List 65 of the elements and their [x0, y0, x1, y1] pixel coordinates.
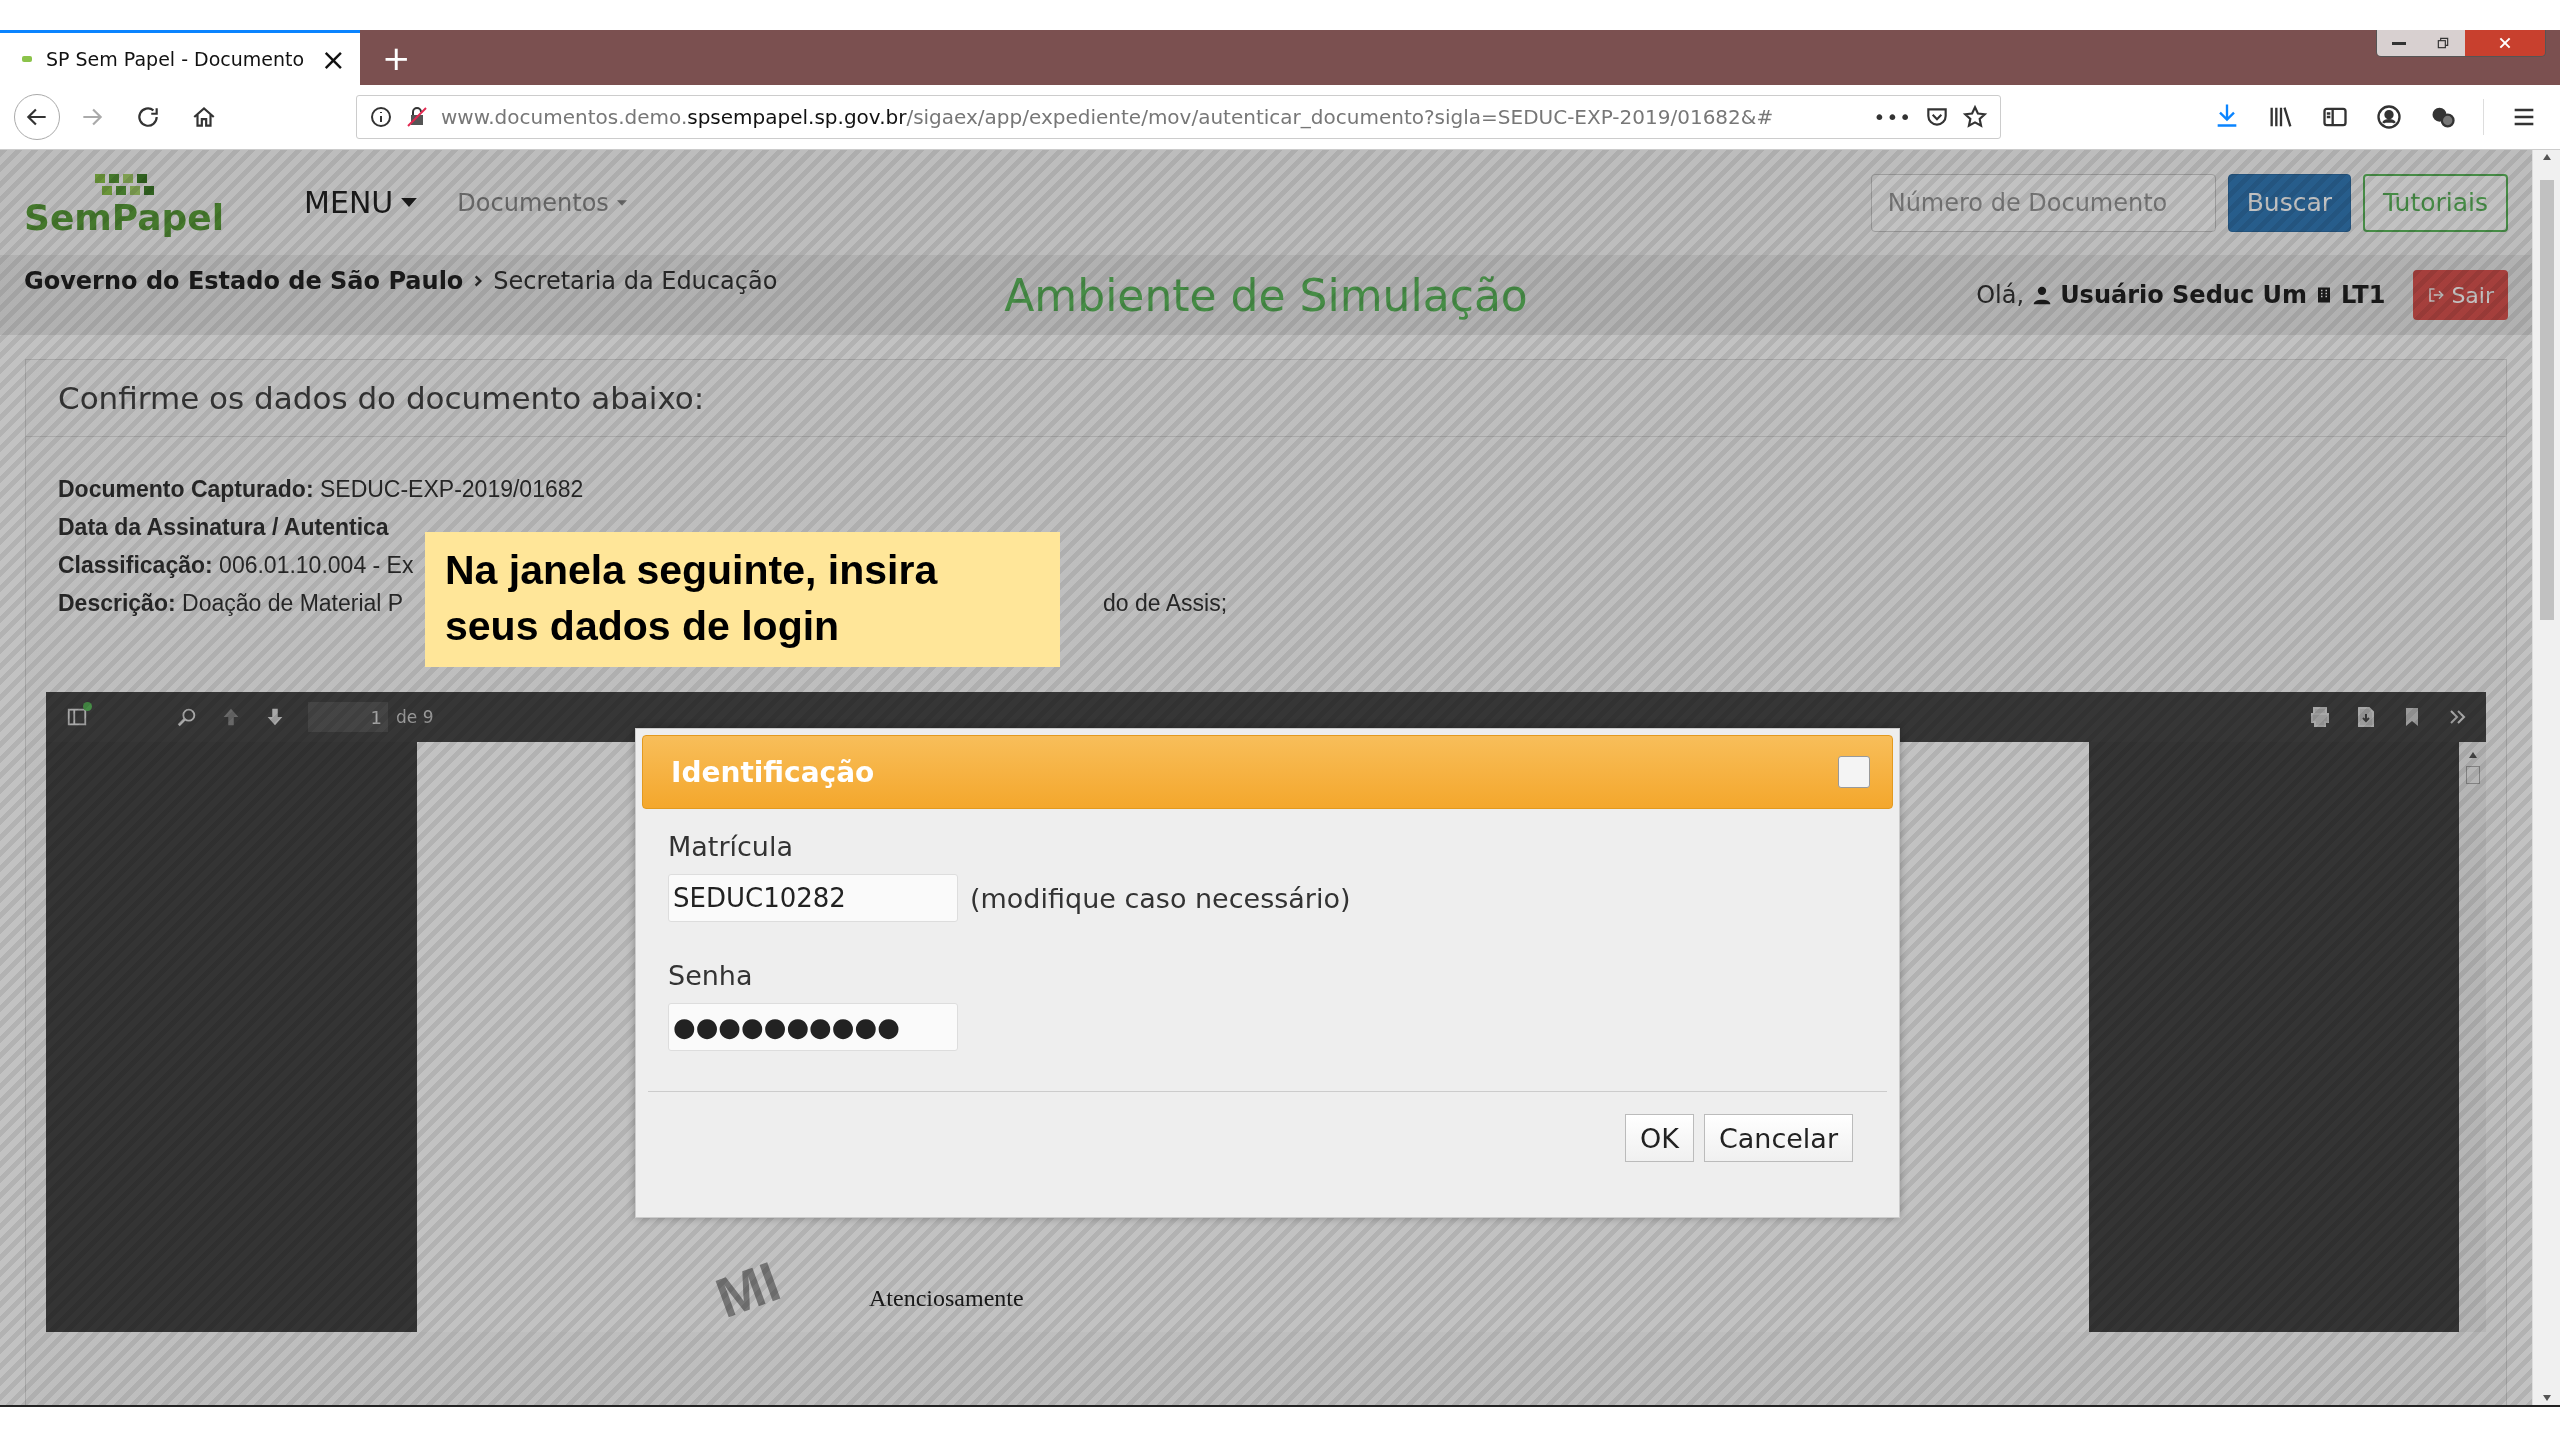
sign-out-icon — [2427, 286, 2446, 304]
scroll-up-icon[interactable] — [2542, 154, 2551, 160]
page-count: de 9 — [396, 707, 434, 727]
environment-title: Ambiente de Simulação — [1004, 269, 1528, 321]
document-number-field[interactable]: Número de Documento — [1870, 173, 2216, 232]
new-tab-button[interactable]: + — [360, 30, 433, 85]
input-field[interactable]: ●●●●●●●●●● — [668, 1003, 958, 1051]
document-field: Documento Capturado: SEDUC-EXP-2019/01682 — [58, 473, 584, 506]
info-icon[interactable] — [369, 105, 393, 129]
scroll-up-icon[interactable] — [2468, 752, 2477, 758]
close-icon — [2497, 35, 2513, 51]
reload-icon — [135, 104, 161, 130]
panel-heading: Confirme os dados do documento abaixo: — [26, 360, 2506, 437]
input-field[interactable]: SEDUC10282 — [668, 874, 958, 922]
page-number-field[interactable]: 1 — [308, 702, 388, 732]
building-icon — [2315, 285, 2333, 305]
minimize-button[interactable] — [2377, 30, 2421, 56]
panel-icon — [66, 706, 88, 728]
close-window-button[interactable] — [2465, 30, 2545, 56]
scroll-thumb[interactable] — [2539, 180, 2554, 620]
field-label: Senha — [668, 960, 754, 991]
page-text: Atenciosamente — [869, 1285, 1024, 1312]
document-field: Descrição: Doação de Material P — [58, 587, 404, 620]
minimize-icon — [2392, 41, 2406, 45]
close-tab-button[interactable]: × — [320, 41, 346, 77]
instruction-callout: Na janela seguinte, insira seus dados de login — [425, 532, 1060, 667]
address-bar[interactable]: www.documentos.demo.spsempapel.sp.gov.br/sigaex/app/expediente/mov/autenticar_documento?sigla=SEDUC-EXP-2019/01682&# ••• — [356, 95, 2001, 139]
document-field: Data da Assinatura / Autentica — [58, 511, 389, 544]
breadcrumb-link[interactable]: Governo do Estado de São Paulo — [24, 267, 464, 295]
insecure-lock-icon[interactable] — [405, 105, 429, 129]
page-actions-button[interactable]: ••• — [1873, 105, 1912, 129]
caret-icon — [401, 198, 418, 207]
account-icon[interactable] — [2375, 103, 2403, 131]
field-label: Matrícula — [668, 831, 795, 862]
document-field: Classificação: 006.01.10.004 - Ex — [58, 549, 414, 582]
cancel-button[interactable]: Cancelar — [1703, 1114, 1853, 1162]
restore-icon — [2436, 36, 2450, 50]
favicon-icon — [22, 56, 32, 62]
close-button[interactable] — [1838, 756, 1870, 788]
notification-dot — [83, 702, 92, 711]
watermark-text: MI — [709, 1253, 787, 1327]
menu-dropdown[interactable]: MENU — [304, 185, 418, 220]
print-icon[interactable] — [2308, 705, 2332, 729]
scroll-thumb[interactable] — [2465, 766, 2480, 784]
ok-button[interactable]: OK — [1624, 1114, 1694, 1162]
page-scrollbar[interactable] — [2532, 150, 2560, 1405]
greeting-text: Olá, — [1976, 281, 2025, 309]
url-text: www.documentos.demo.spsempapel.sp.gov.br/sigaex/app/expediente/mov/autenticar_documento?sigla=SEDUC-EXP-2019/01682&# — [441, 105, 1775, 129]
field-continuation: do de Assis; — [1103, 589, 1228, 618]
search-icon[interactable] — [176, 706, 198, 728]
breadcrumb-current: Secretaria da Educação — [493, 267, 778, 295]
user-name: Usuário Seduc Um — [2060, 281, 2307, 309]
caret-icon — [616, 199, 627, 206]
home-icon — [191, 104, 217, 130]
search-button[interactable]: Buscar — [2227, 173, 2352, 232]
browser-tab[interactable]: SP Sem Papel - Documento × — [0, 30, 360, 85]
field-hint: (modifique caso necessário) — [970, 882, 1351, 914]
restore-button[interactable] — [2421, 30, 2465, 56]
dialog-title: Identificação — [671, 755, 876, 789]
scroll-down-icon[interactable] — [2542, 1395, 2551, 1401]
viewer-scrollbar[interactable] — [2459, 742, 2486, 1332]
tab-title: SP Sem Papel - Documento — [46, 48, 306, 70]
star-icon[interactable] — [1962, 104, 1988, 130]
user-icon — [2032, 285, 2053, 305]
unit-label: LT1 — [2341, 281, 2386, 309]
